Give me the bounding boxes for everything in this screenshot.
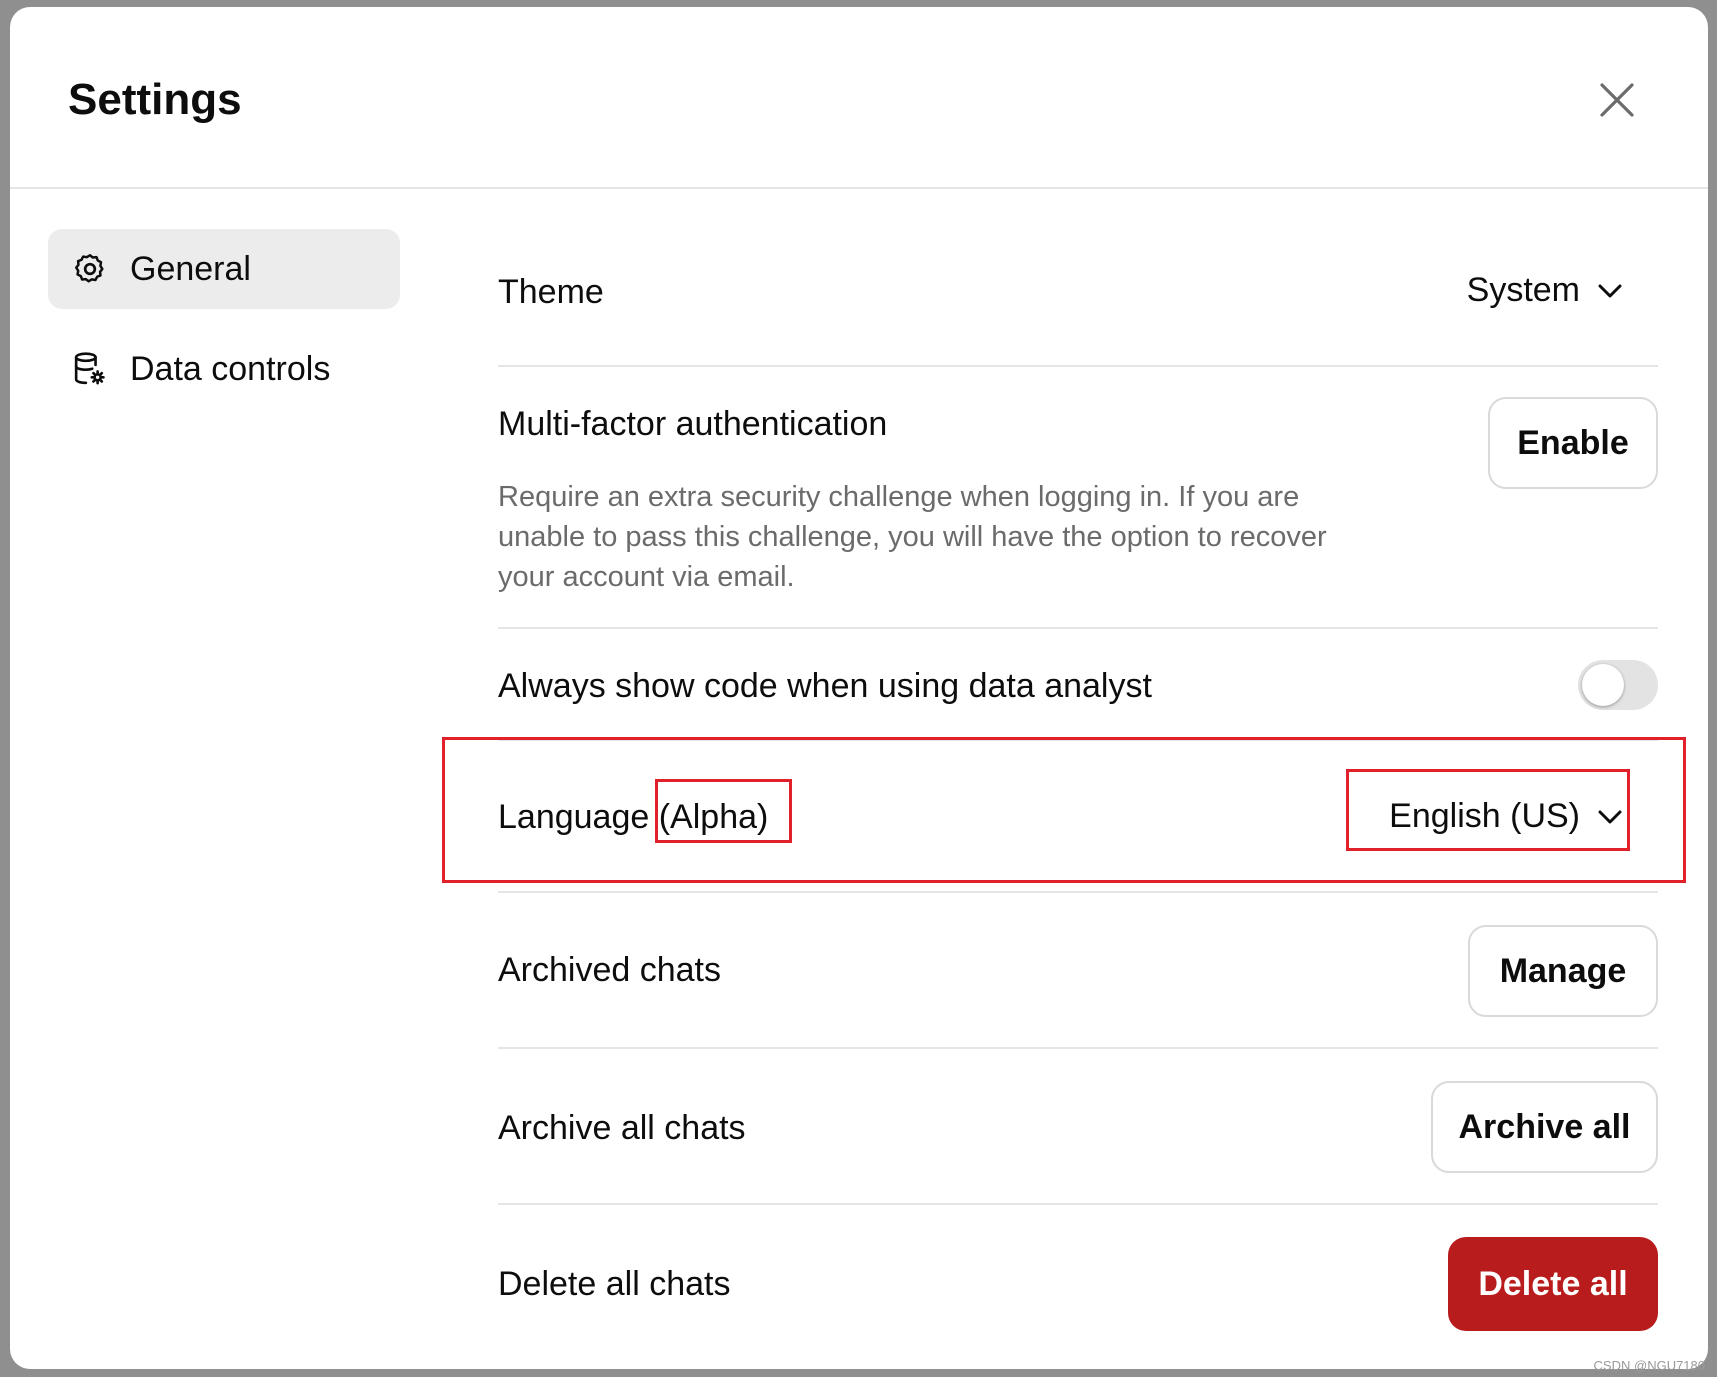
theme-select[interactable]: System — [1467, 271, 1622, 310]
enable-mfa-button[interactable]: Enable — [1488, 397, 1658, 489]
language-label: Language — [498, 798, 650, 836]
archive-all-label: Archive all chats — [498, 1109, 746, 1147]
dialog-title: Settings — [68, 75, 242, 124]
gear-icon — [72, 251, 108, 287]
sidebar-item-label: Data controls — [130, 349, 331, 388]
mfa-label: Multi-factor authentication — [498, 405, 888, 443]
language-label-group: Language (Alpha) — [498, 798, 768, 837]
language-row: Language (Alpha) English (US) — [498, 741, 1658, 893]
sidebar-item-data-controls[interactable]: Data controls — [48, 329, 400, 409]
code-toggle-row: Always show code when using data analyst — [498, 629, 1658, 741]
archive-all-row: Archive all chats Archive all — [498, 1049, 1658, 1205]
mfa-row: Multi-factor authentication Require an e… — [498, 367, 1658, 629]
language-badge: (Alpha) — [658, 798, 769, 836]
code-toggle-label: Always show code when using data analyst — [498, 667, 1152, 705]
theme-row: Theme System — [498, 197, 1658, 367]
toggle-knob — [1582, 664, 1624, 706]
theme-label: Theme — [498, 273, 604, 311]
sidebar-item-label: General — [130, 249, 251, 288]
code-toggle-switch[interactable] — [1578, 660, 1658, 710]
manage-archived-button[interactable]: Manage — [1468, 925, 1658, 1017]
chevron-down-icon — [1598, 809, 1622, 825]
archive-all-button[interactable]: Archive all — [1431, 1081, 1658, 1173]
delete-all-row: Delete all chats Delete all — [498, 1205, 1658, 1361]
delete-all-button[interactable]: Delete all — [1448, 1237, 1658, 1331]
sidebar-item-general[interactable]: General — [48, 229, 400, 309]
database-settings-icon — [72, 351, 108, 387]
language-value: English (US) — [1389, 797, 1580, 835]
mfa-description: Require an extra security challenge when… — [498, 481, 1327, 593]
delete-all-label: Delete all chats — [498, 1265, 731, 1303]
language-select[interactable]: English (US) — [1389, 797, 1622, 836]
theme-value: System — [1466, 271, 1580, 309]
settings-dialog: Settings General Data controls Theme Sys… — [10, 7, 1708, 1369]
chevron-down-icon — [1598, 283, 1622, 299]
archived-chats-label: Archived chats — [498, 951, 721, 989]
close-icon — [1600, 83, 1634, 117]
dialog-header: Settings — [10, 7, 1708, 189]
settings-content: Theme System Multi-factor authentication… — [498, 197, 1658, 1361]
archived-chats-row: Archived chats Manage — [498, 893, 1658, 1049]
close-button[interactable] — [1594, 77, 1640, 123]
watermark: CSDN @NGU7180 — [1593, 1358, 1705, 1373]
settings-sidebar: General Data controls — [48, 229, 400, 429]
